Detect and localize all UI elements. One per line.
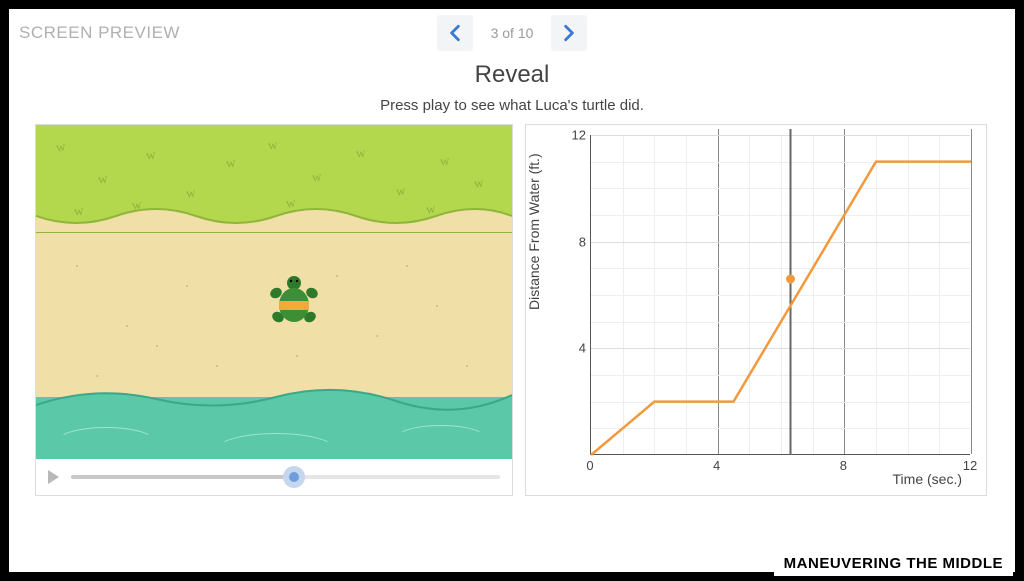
playback-fill: [71, 475, 294, 479]
prev-button[interactable]: [437, 15, 473, 51]
water-edge-icon: [36, 379, 512, 415]
page-subtitle: Press play to see what Luca's turtle did…: [9, 97, 1015, 114]
chart-svg: [591, 135, 971, 455]
grass-edge-icon: [36, 208, 512, 232]
chart-panel: Distance From Water (ft.): [525, 124, 987, 496]
playback-slider[interactable]: [71, 475, 500, 479]
turtle-icon: [264, 273, 324, 333]
beach-scene: w w w w w w w w w w w w w w w: [36, 125, 512, 459]
plot-region: [590, 135, 970, 455]
header: SCREEN PREVIEW 3 of 10: [9, 9, 1015, 57]
chart-plot-area: [590, 135, 970, 455]
chevron-left-icon: [448, 24, 462, 42]
next-button[interactable]: [551, 15, 587, 51]
play-button[interactable]: [48, 470, 59, 484]
x-tick: 8: [840, 458, 847, 473]
grass-region: w w w w w w w w w w w w w w w: [36, 125, 512, 233]
water-region: [36, 397, 512, 459]
x-axis-label: Time (sec.): [893, 471, 962, 487]
app-frame: SCREEN PREVIEW 3 of 10 Reveal Press play…: [0, 0, 1024, 581]
page-title: Reveal: [9, 61, 1015, 89]
chevron-right-icon: [562, 24, 576, 42]
brand-label: MANEUVERING THE MIDDLE: [774, 551, 1013, 576]
panels: w w w w w w w w w w w w w w w: [9, 124, 1015, 496]
playback-knob[interactable]: [283, 466, 305, 488]
y-tick: 4: [570, 341, 586, 356]
y-tick: 8: [570, 234, 586, 249]
page-indicator: 3 of 10: [473, 25, 552, 41]
y-axis-label: Distance From Water (ft.): [526, 153, 542, 310]
playback-bar: [36, 459, 512, 495]
animation-panel: w w w w w w w w w w w w w w w: [35, 124, 513, 496]
chart-line: [591, 162, 971, 455]
current-point: [786, 275, 795, 284]
y-tick: 12: [570, 128, 586, 143]
screen-preview-label: SCREEN PREVIEW: [19, 23, 437, 43]
x-tick: 12: [963, 458, 977, 473]
x-tick: 4: [713, 458, 720, 473]
x-tick: 0: [586, 458, 593, 473]
nav-group: 3 of 10: [437, 15, 588, 51]
